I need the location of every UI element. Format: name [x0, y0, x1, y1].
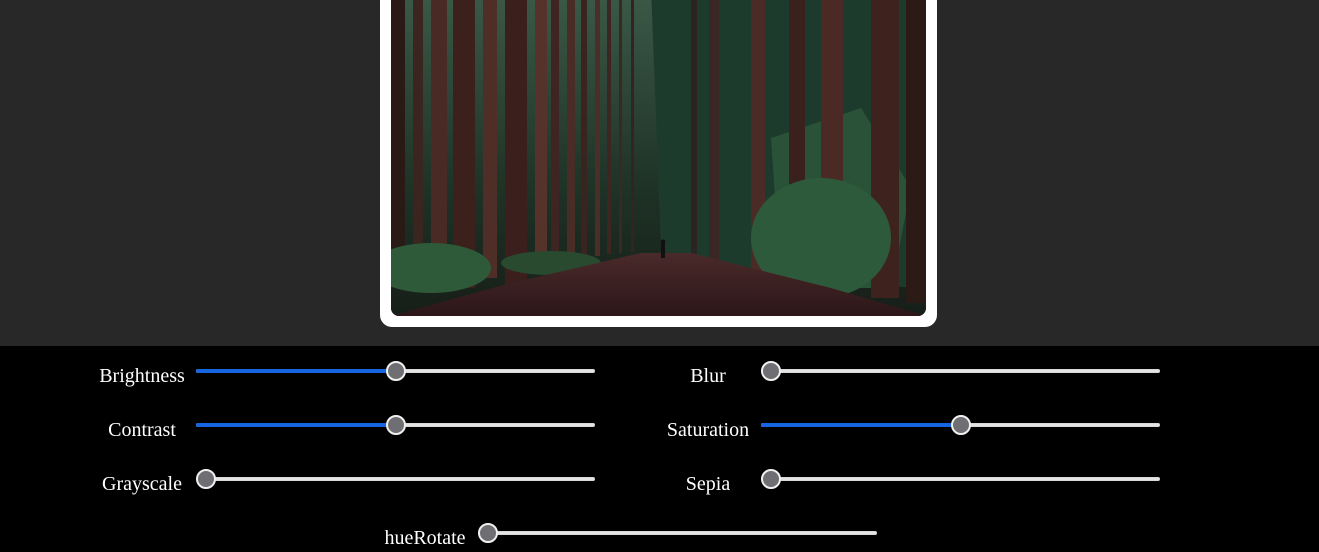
preview-area — [0, 0, 1319, 346]
grayscale-slider[interactable] — [196, 469, 595, 489]
brightness-slider-thumb[interactable] — [386, 361, 406, 381]
hue-rotate-label: hueRotate — [384, 527, 466, 549]
blur-slider[interactable] — [761, 361, 1160, 381]
brightness-slider[interactable] — [196, 361, 595, 381]
grayscale-slider-thumb[interactable] — [196, 469, 216, 489]
hue-rotate-slider[interactable] — [478, 523, 877, 543]
sepia-slider-thumb[interactable] — [761, 469, 781, 489]
filter-controls: Brightness Blur Contrast Saturation Gray… — [0, 346, 1319, 552]
blur-slider-thumb[interactable] — [761, 361, 781, 381]
contrast-label: Contrast — [108, 419, 176, 441]
photo-frame — [380, 0, 937, 327]
preview-image — [391, 0, 926, 316]
sepia-slider[interactable] — [761, 469, 1160, 489]
saturation-label: Saturation — [666, 419, 750, 441]
blur-label: Blur — [690, 365, 726, 387]
contrast-slider-thumb[interactable] — [386, 415, 406, 435]
saturation-slider-thumb[interactable] — [951, 415, 971, 435]
saturation-slider[interactable] — [761, 415, 1160, 435]
contrast-slider[interactable] — [196, 415, 595, 435]
hue-rotate-slider-thumb[interactable] — [478, 523, 498, 543]
sepia-label: Sepia — [685, 473, 731, 495]
brightness-label: Brightness — [99, 365, 185, 387]
grayscale-label: Grayscale — [102, 473, 182, 495]
